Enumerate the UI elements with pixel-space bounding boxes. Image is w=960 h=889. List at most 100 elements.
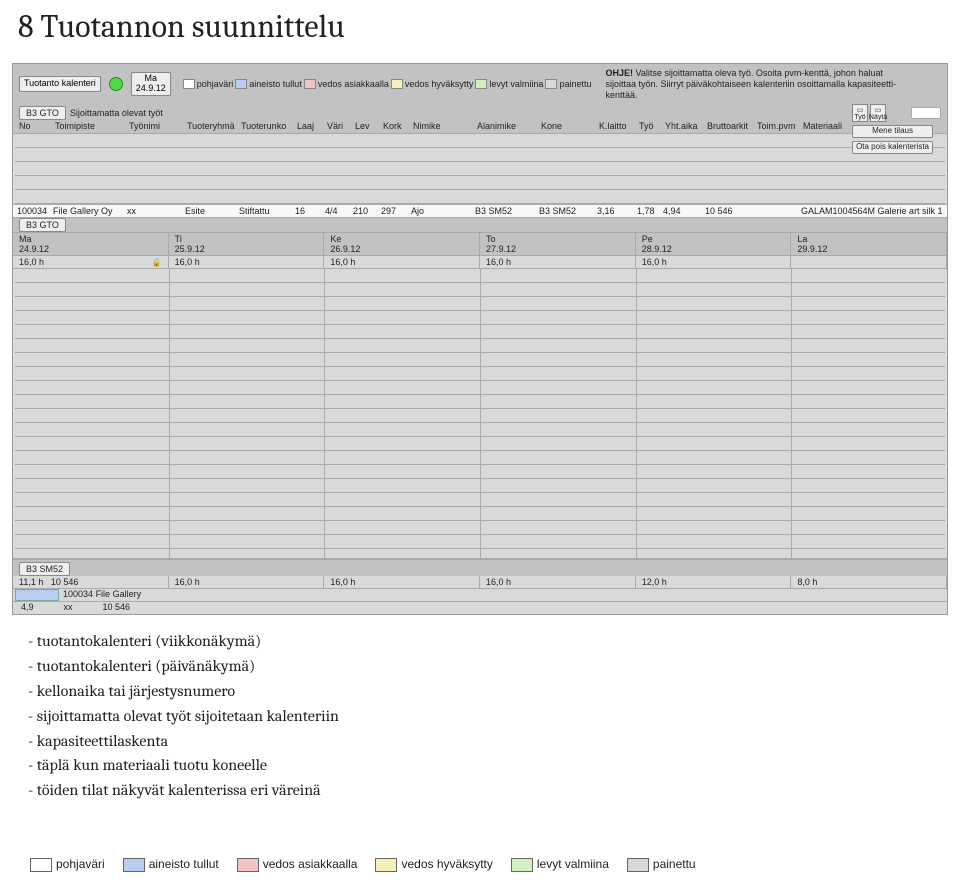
swatch-icon <box>511 858 533 872</box>
remove-from-cal-button[interactable]: Ota pois kalenterista <box>852 141 933 154</box>
day-hours[interactable]: 16,0 h <box>324 256 480 268</box>
table-row[interactable] <box>15 176 945 190</box>
cell: 4,94 <box>663 206 705 216</box>
col: Alanimike <box>477 121 541 131</box>
grid-row[interactable] <box>15 325 945 339</box>
sec2-header: B3 GTO <box>13 218 947 232</box>
grid-row[interactable] <box>15 507 945 521</box>
footer-hours[interactable]: 16,0 h <box>324 576 480 588</box>
bullet: - kapasiteettilaskenta <box>28 729 932 754</box>
ohje-label: OHJE! <box>605 68 633 78</box>
swatch-icon <box>235 79 247 89</box>
machine-button[interactable]: B3 GTO <box>19 218 66 232</box>
swatch-icon <box>475 79 487 89</box>
cell: 100034 <box>17 206 53 216</box>
bullet: - töiden tilat näkyvät kalenterissa eri … <box>28 778 932 803</box>
cell: Esite <box>185 206 239 216</box>
grid-row[interactable] <box>15 437 945 451</box>
table-row[interactable] <box>15 134 945 148</box>
table-row[interactable] <box>15 190 945 204</box>
footer-hours[interactable]: 16,0 h <box>169 576 325 588</box>
day-header: To27.9.12 <box>480 233 636 255</box>
col: No <box>19 121 55 131</box>
lock-icon <box>152 257 162 267</box>
col: Työnimi <box>129 121 187 131</box>
footer-hours[interactable]: 11,1 h 10 546 <box>13 576 169 588</box>
grid-row[interactable] <box>15 381 945 395</box>
day-header: Ke26.9.12 <box>324 233 480 255</box>
swatch-icon <box>545 79 557 89</box>
job-badge[interactable] <box>15 589 59 601</box>
grid-row[interactable] <box>15 465 945 479</box>
footer-hours[interactable]: 12,0 h <box>636 576 792 588</box>
grid-row[interactable] <box>15 409 945 423</box>
ohje-body: Valitse sijoittamatta oleva työ. Osoita … <box>605 68 896 100</box>
day-hours[interactable]: 16,0 h <box>480 256 636 268</box>
cell: Stiftattu <box>239 206 295 216</box>
grid-row[interactable] <box>15 367 945 381</box>
doc-icon[interactable]: ▭Työ <box>852 104 868 122</box>
unassigned-rows <box>13 133 947 204</box>
col: Työ <box>639 121 665 131</box>
cell: xx <box>127 206 185 216</box>
cell: 10 546 <box>705 206 755 216</box>
cell: GALAM1004564M Galerie art silk 100g/m2 <box>801 206 943 216</box>
cell: 3,16 <box>597 206 637 216</box>
cell: 4/4 <box>325 206 353 216</box>
col: Lev <box>355 121 383 131</box>
grid-row[interactable] <box>15 339 945 353</box>
day-hours[interactable]: 16,0 h <box>169 256 325 268</box>
footer-hours[interactable]: 8,0 h <box>791 576 947 588</box>
day-hours[interactable]: 16,0 h <box>636 256 792 268</box>
swatch-icon <box>391 79 403 89</box>
day-hours[interactable]: 16,0 h <box>13 256 169 268</box>
job-v2: xx <box>34 602 73 614</box>
cell: 16 <box>295 206 325 216</box>
bullet: - täplä kun materiaali tuotu koneelle <box>28 753 932 778</box>
swatch-icon <box>30 858 52 872</box>
grid-row[interactable] <box>15 535 945 549</box>
unassigned-header: B3 GTO Sijoittamatta olevat työt <box>13 104 947 120</box>
grid-row[interactable] <box>15 311 945 325</box>
grid-row[interactable] <box>15 451 945 465</box>
swatch-icon <box>627 858 649 872</box>
day-header: La29.9.12 <box>791 233 947 255</box>
table-row[interactable] <box>15 148 945 162</box>
swatch-icon <box>304 79 316 89</box>
app-window: Tuotanto kalenteri Ma 24.9.12 pohjaväri … <box>12 63 948 615</box>
grid-row[interactable] <box>15 479 945 493</box>
date-button[interactable]: Ma 24.9.12 <box>131 72 171 96</box>
grid-row[interactable] <box>15 423 945 437</box>
grid-row[interactable] <box>15 493 945 507</box>
grid-row[interactable] <box>15 395 945 409</box>
cell: 297 <box>381 206 411 216</box>
footer-hours[interactable]: 16,0 h <box>480 576 636 588</box>
swatch-icon <box>183 79 195 89</box>
col: K.laitto <box>599 121 639 131</box>
col: Kork <box>383 121 413 131</box>
day-hours[interactable] <box>791 256 947 268</box>
topbar: Tuotanto kalenteri Ma 24.9.12 pohjaväri … <box>13 64 947 104</box>
machine-button[interactable]: B3 GTO <box>19 106 66 120</box>
page-title: 8 Tuotannon suunnittelu <box>0 0 960 63</box>
job-v1: 4,9 <box>21 602 34 614</box>
calendar-button[interactable]: Tuotanto kalenteri <box>19 76 101 92</box>
day-header: Ma24.9.12 <box>13 233 169 255</box>
legend-label: vedos hyväksytty <box>405 79 474 89</box>
legend-label: vedos asiakkaalla <box>318 79 389 89</box>
grid-row[interactable] <box>15 353 945 367</box>
show-icon[interactable]: ▭Näytä <box>870 104 886 122</box>
machine-button[interactable]: B3 SM52 <box>19 562 70 576</box>
goto-order-button[interactable]: Mene tilaus <box>852 125 933 138</box>
grid-row[interactable] <box>15 521 945 535</box>
cell: 210 <box>353 206 381 216</box>
swatch-icon <box>237 858 259 872</box>
grid-row[interactable] <box>15 269 945 283</box>
col: Väri <box>327 121 355 131</box>
table-row[interactable] <box>15 162 945 176</box>
work-data-row[interactable]: 100034 File Gallery Oy xx Esite Stiftatt… <box>13 204 947 218</box>
cell: File Gallery Oy <box>53 206 127 216</box>
footer-job-row: 100034 File Gallery <box>13 588 947 601</box>
grid-row[interactable] <box>15 297 945 311</box>
grid-row[interactable] <box>15 283 945 297</box>
